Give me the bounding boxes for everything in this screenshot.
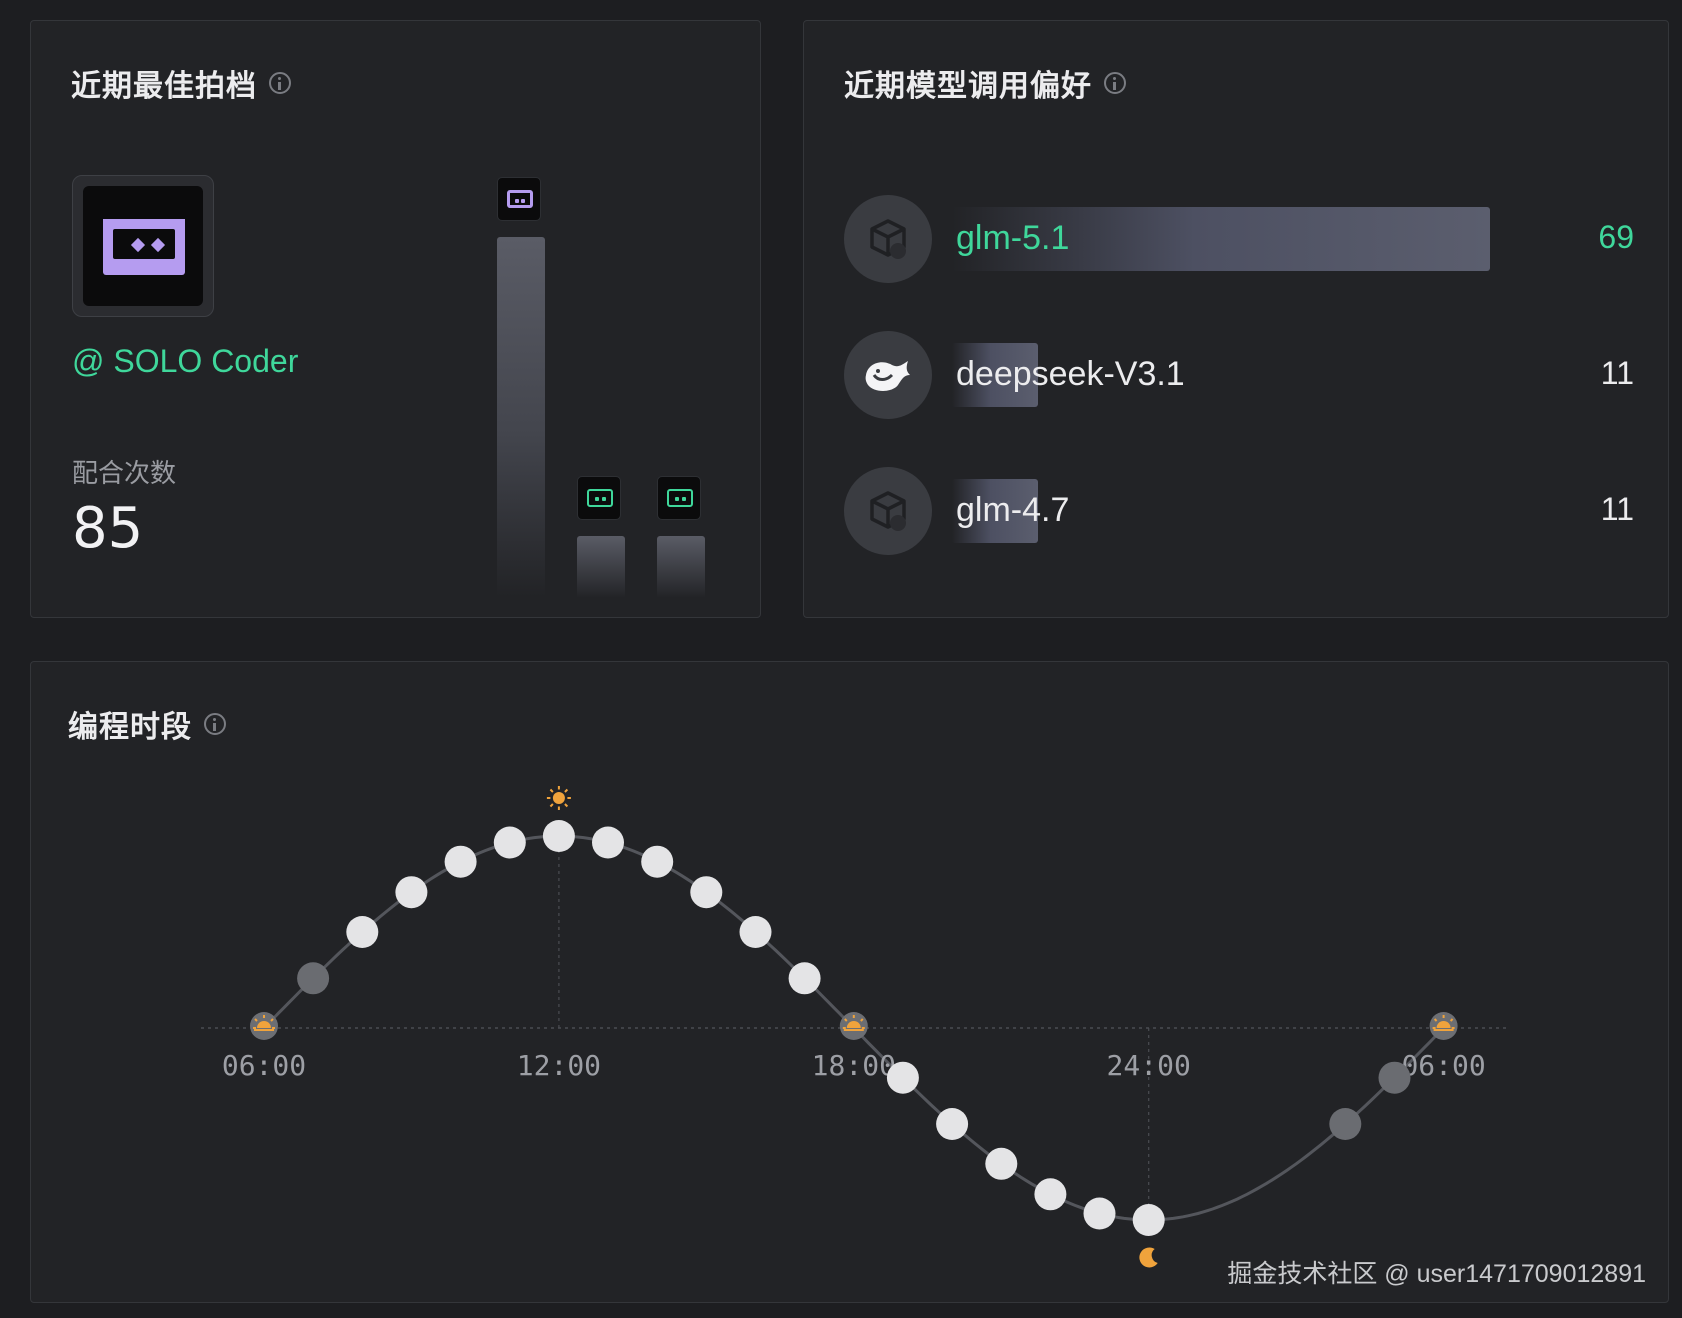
model-row: glm-4.7 11 <box>844 467 1634 555</box>
partner-name: @ SOLO Coder <box>72 343 299 379</box>
cube-icon <box>844 467 932 555</box>
time-tick-label: 18:00 <box>812 1049 896 1082</box>
info-icon[interactable] <box>269 72 291 94</box>
info-icon[interactable] <box>1104 72 1126 94</box>
time-tick-label: 06:00 <box>1401 1049 1485 1082</box>
hour-activity-dot <box>542 820 575 852</box>
hour-activity-dot <box>886 1061 919 1094</box>
partner-2-bar-icon <box>577 476 621 520</box>
sun-icon <box>546 786 571 810</box>
hour-activity-dot <box>985 1147 1018 1180</box>
sunrise-icon <box>839 1012 868 1040</box>
model-count: 69 <box>1598 219 1634 255</box>
hour-activity-dot <box>1083 1197 1116 1230</box>
model-count: 11 <box>1600 355 1634 391</box>
collab-count-value: 85 <box>72 496 144 561</box>
best-partner-title: 近期最佳拍档 <box>71 61 291 105</box>
model-row: deepseek-V3.1 11 <box>844 331 1634 419</box>
hour-activity-dot <box>395 876 428 909</box>
model-preference-title-text: 近期模型调用偏好 <box>844 70 1092 103</box>
partner-avatar <box>72 175 214 317</box>
cube-icon <box>844 195 932 283</box>
time-tick-label: 24:00 <box>1107 1049 1191 1082</box>
hour-activity-dot <box>1329 1108 1362 1140</box>
hour-activity-dot <box>493 826 526 859</box>
hour-activity-dot <box>297 962 330 995</box>
model-name: deepseek-V3.1 <box>956 355 1185 393</box>
hour-activity-dot <box>788 962 821 995</box>
top-partner-bar-icon <box>497 177 541 221</box>
moon-icon <box>1139 1247 1158 1268</box>
hour-activity-dot <box>1378 1061 1411 1094</box>
hour-activity-dot <box>592 826 624 859</box>
watermark: 掘金技术社区 @ user1471709012891 <box>1227 1260 1646 1288</box>
sunrise-icon <box>1429 1012 1458 1040</box>
model-count: 11 <box>1600 491 1634 527</box>
hour-activity-dot <box>1132 1204 1165 1236</box>
coding-time-chart: 06:00 12:00 18:00 24:00 06:00 <box>201 786 1509 1268</box>
whale-icon <box>844 331 932 419</box>
model-preference-card: 近期模型调用偏好 glm-5.1 69 deepseek-V3.1 11 glm… <box>803 20 1669 618</box>
sunrise-icon <box>250 1012 278 1040</box>
hour-activity-dot <box>346 916 379 948</box>
best-partner-card: 近期最佳拍档 @ SOLO Coder 配合次数 85 <box>30 20 761 618</box>
collab-count-label: 配合次数 <box>72 458 177 488</box>
time-tick-label: 12:00 <box>517 1049 601 1082</box>
hour-activity-dot <box>690 876 723 909</box>
hour-activity-dot <box>1034 1178 1067 1211</box>
hour-activity-dot <box>444 845 477 878</box>
hour-activity-dot <box>739 916 772 948</box>
hour-activity-dot <box>936 1108 969 1140</box>
model-name: glm-5.1 <box>956 219 1070 257</box>
hour-activity-dot <box>641 845 674 878</box>
coding-time-card: 编程时段 06:00 12:00 18:00 24:00 06:00 掘金技术社区 @ … <box>30 661 1669 1303</box>
partner-bar-1 <box>497 237 545 597</box>
partner-bar-3 <box>657 536 705 598</box>
solo-coder-logo-icon <box>83 186 203 306</box>
model-row: glm-5.1 69 <box>844 195 1634 283</box>
partner-bar-2 <box>577 536 625 598</box>
time-tick-label: 06:00 <box>222 1049 306 1082</box>
best-partner-title-text: 近期最佳拍档 <box>71 70 257 103</box>
partner-3-bar-icon <box>657 476 701 520</box>
model-preference-title: 近期模型调用偏好 <box>844 61 1126 105</box>
model-name: glm-4.7 <box>956 491 1070 529</box>
